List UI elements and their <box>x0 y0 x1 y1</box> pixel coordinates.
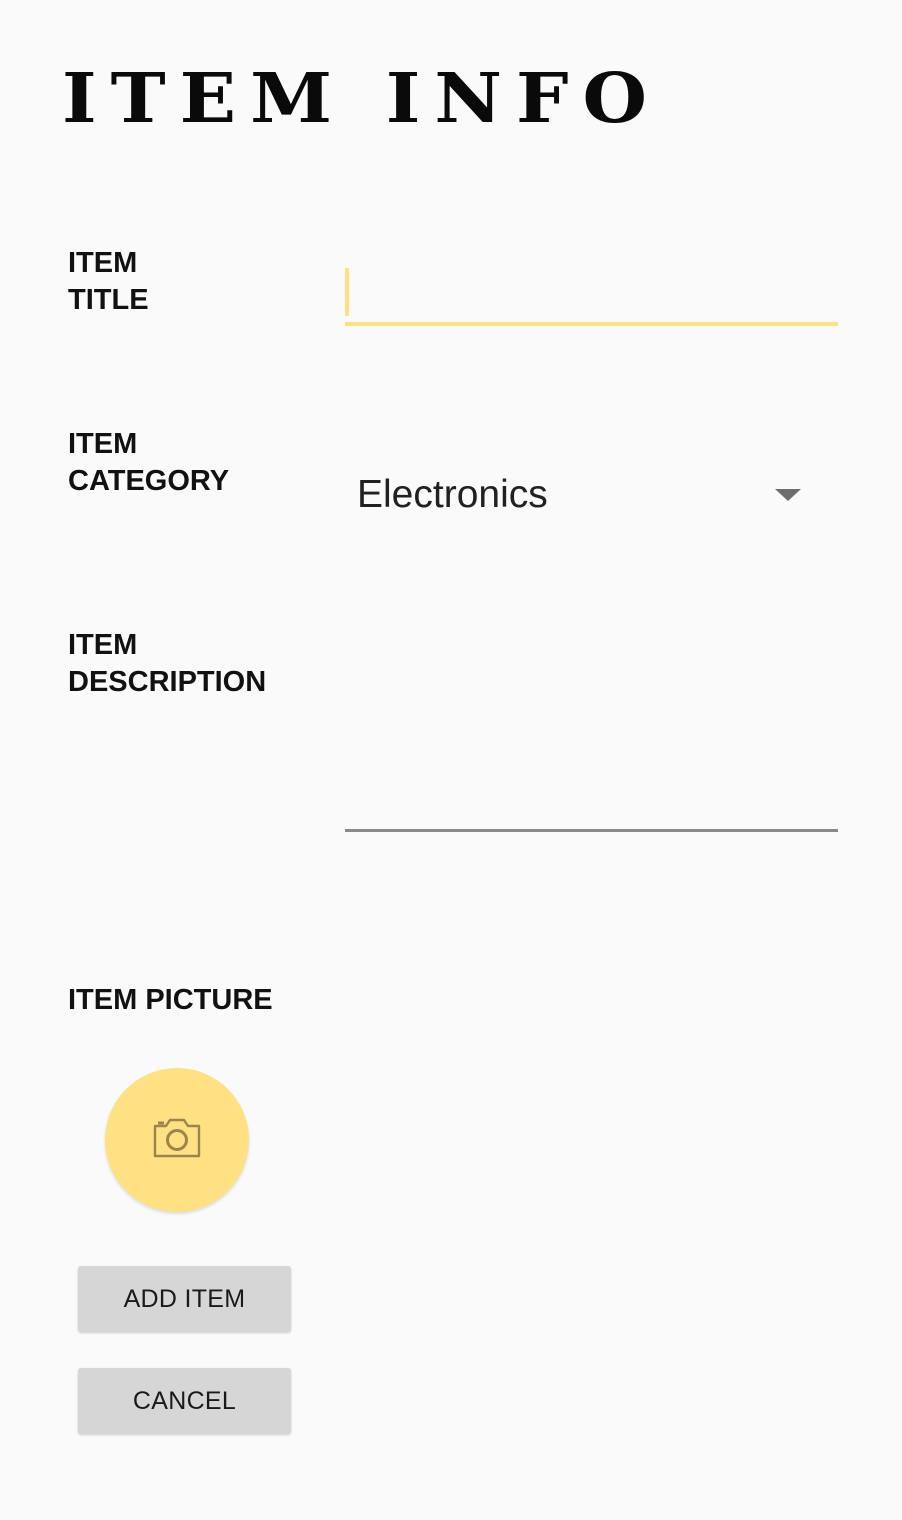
cancel-button[interactable]: CANCEL <box>78 1368 291 1434</box>
item-description-field[interactable] <box>345 640 838 832</box>
camera-icon <box>153 1118 201 1158</box>
item-title-label: ITEM TITLE <box>68 247 149 316</box>
item-category-dropdown[interactable]: Electronics <box>345 458 815 532</box>
item-title-field[interactable] <box>345 262 838 326</box>
item-description-underline <box>345 829 838 832</box>
item-category-label: ITEM CATEGORY <box>68 428 230 497</box>
item-title-underline <box>345 322 838 326</box>
item-title-input[interactable] <box>345 262 838 323</box>
dropdown-caret-icon <box>775 489 801 501</box>
text-cursor <box>345 268 349 316</box>
page-title: ITEM INFO <box>62 62 662 136</box>
item-category-selected-value: Electronics <box>357 473 548 516</box>
add-item-button[interactable]: ADD ITEM <box>78 1266 291 1332</box>
item-picture-label: ITEM PICTURE <box>68 984 273 1016</box>
take-picture-button[interactable] <box>105 1068 249 1212</box>
item-description-input[interactable] <box>345 640 838 829</box>
item-description-label: ITEM DESCRIPTION <box>68 629 267 698</box>
